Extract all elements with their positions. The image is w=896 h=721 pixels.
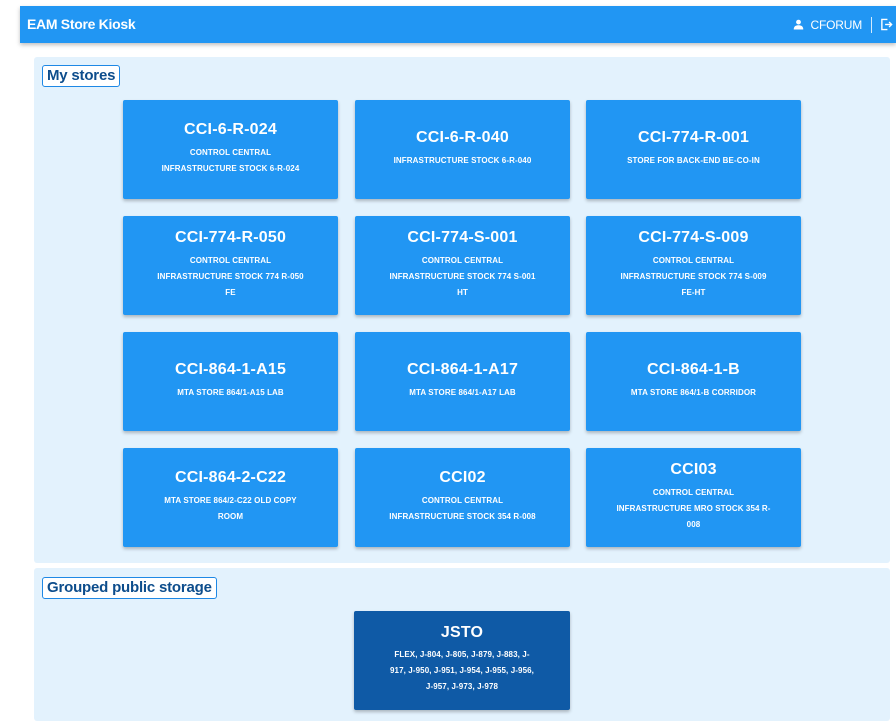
store-card-description: CONTROL CENTRAL INFRASTRUCTURE STOCK 6-R… (161, 147, 300, 173)
store-card-description: CONTROL CENTRAL INFRASTRUCTURE STOCK 774… (389, 255, 536, 297)
grouped-storage-panel: Grouped public storage JSTO FLEX, J-804,… (34, 568, 890, 721)
store-card-title: CCI-774-R-050 (174, 228, 287, 246)
store-card-description: STORE FOR BACK-END BE-CO-IN (627, 155, 760, 165)
store-card-title: CCI-6-R-040 (416, 128, 509, 146)
my-stores-heading: My stores (42, 65, 121, 87)
store-card-description: MTA STORE 864/1-A15 LAB (177, 387, 284, 397)
my-stores-panel: My stores CCI-6-R-024 CONTROL CENTRAL IN… (34, 57, 890, 563)
store-card-description: CONTROL CENTRAL INFRASTRUCTURE MRO STOCK… (616, 487, 771, 529)
store-card-title: CCI-774-S-009 (638, 228, 749, 246)
store-card-cci-864-1-a17[interactable]: CCI-864-1-A17 MTA STORE 864/1-A17 LAB (355, 332, 570, 431)
store-card-title: CCI02 (439, 468, 486, 486)
store-card-description: MTA STORE 864/1-A17 LAB (409, 387, 516, 397)
store-card-title: JSTO (440, 624, 484, 641)
user-icon (792, 18, 806, 32)
store-card-cci-864-1-b[interactable]: CCI-864-1-B MTA STORE 864/1-B CORRIDOR (586, 332, 801, 431)
toolbar-divider (871, 16, 872, 33)
app-title: EAM Store Kiosk (27, 16, 136, 32)
store-card-cci-774-r-050[interactable]: CCI-774-R-050 CONTROL CENTRAL INFRASTRUC… (123, 216, 338, 315)
store-card-description: INFRASTRUCTURE STOCK 6-R-040 (393, 155, 532, 165)
store-card-cci-864-2-c22[interactable]: CCI-864-2-C22 MTA STORE 864/2-C22 OLD CO… (123, 448, 338, 547)
store-card-title: CCI03 (670, 460, 717, 478)
store-card-title: CCI-864-1-A17 (406, 360, 519, 378)
grouped-store-card-jsto[interactable]: JSTO FLEX, J-804, J-805, J-879, J-883, J… (354, 611, 570, 710)
store-card-title: CCI-774-R-001 (637, 128, 750, 146)
store-card-title: CCI-864-1-A15 (174, 360, 287, 378)
store-card-cci03[interactable]: CCI03 CONTROL CENTRAL INFRASTRUCTURE MRO… (586, 448, 801, 547)
store-card-title: CCI-6-R-024 (184, 120, 277, 138)
logout-icon[interactable] (878, 17, 894, 33)
user-name[interactable]: CFORUM (811, 18, 863, 32)
store-card-cci-6-r-040[interactable]: CCI-6-R-040 INFRASTRUCTURE STOCK 6-R-040 (355, 100, 570, 199)
store-card-cci-6-r-024[interactable]: CCI-6-R-024 CONTROL CENTRAL INFRASTRUCTU… (123, 100, 338, 199)
store-card-cci02[interactable]: CCI02 CONTROL CENTRAL INFRASTRUCTURE STO… (355, 448, 570, 547)
store-card-title: CCI-774-S-001 (407, 228, 518, 246)
app-bar: EAM Store Kiosk CFORUM (20, 6, 896, 43)
store-card-cci-774-s-009[interactable]: CCI-774-S-009 CONTROL CENTRAL INFRASTRUC… (586, 216, 801, 315)
store-card-description: CONTROL CENTRAL INFRASTRUCTURE STOCK 774… (620, 255, 767, 297)
store-card-cci-864-1-a15[interactable]: CCI-864-1-A15 MTA STORE 864/1-A15 LAB (123, 332, 338, 431)
store-card-description: MTA STORE 864/1-B CORRIDOR (630, 387, 757, 397)
store-card-title: CCI-864-1-B (647, 360, 740, 378)
store-card-description: MTA STORE 864/2-C22 OLD COPY ROOM (164, 495, 297, 521)
store-card-cci-774-r-001[interactable]: CCI-774-R-001 STORE FOR BACK-END BE-CO-I… (586, 100, 801, 199)
store-card-description: FLEX, J-804, J-805, J-879, J-883, J- 917… (389, 650, 534, 691)
store-card-cci-774-s-001[interactable]: CCI-774-S-001 CONTROL CENTRAL INFRASTRUC… (355, 216, 570, 315)
grouped-storage-heading: Grouped public storage (42, 577, 217, 599)
store-card-description: CONTROL CENTRAL INFRASTRUCTURE STOCK 774… (157, 255, 304, 297)
store-card-title: CCI-864-2-C22 (174, 468, 287, 486)
store-card-description: CONTROL CENTRAL INFRASTRUCTURE STOCK 354… (389, 495, 536, 521)
user-area: CFORUM (792, 6, 896, 43)
